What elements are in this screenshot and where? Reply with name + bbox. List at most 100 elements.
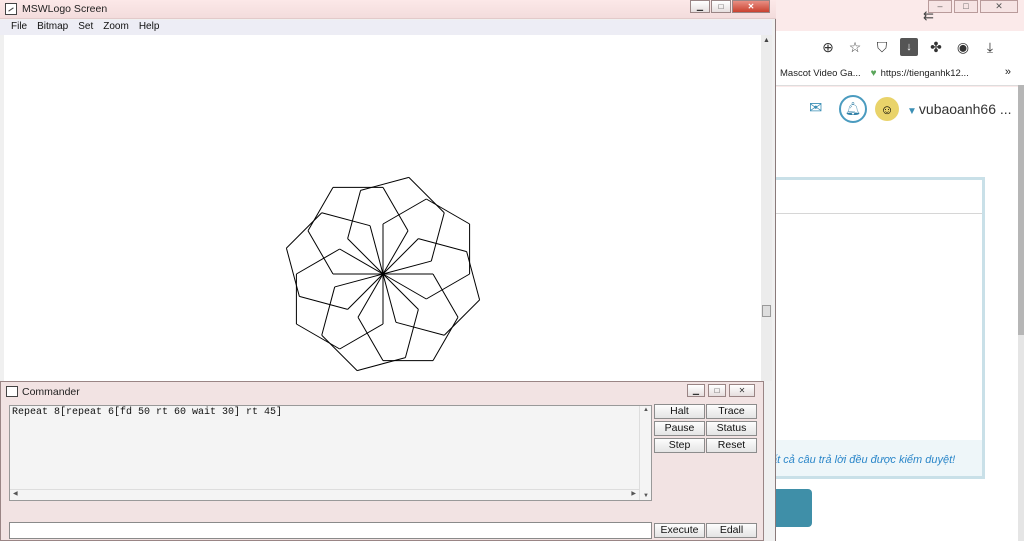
turtle-line-segment bbox=[307, 230, 334, 275]
commander-window-controls: ▁ □ ✕ bbox=[686, 384, 755, 397]
commander-close-button[interactable]: ✕ bbox=[729, 384, 755, 397]
chat-icon[interactable]: ✉ bbox=[809, 100, 831, 118]
status-button[interactable]: Status bbox=[706, 421, 757, 436]
menu-set[interactable]: Set bbox=[73, 20, 98, 35]
turtle-line-segment bbox=[426, 198, 470, 225]
commander-title: Commander bbox=[22, 386, 80, 398]
turtle-line-segment bbox=[285, 247, 300, 297]
turtle-line-segment bbox=[426, 273, 470, 300]
bookmark-tienganhk12-label: https://tienganhk12... bbox=[880, 68, 969, 79]
window-title: MSWLogo Screen bbox=[22, 3, 108, 15]
canvas-vertical-scrollbar[interactable]: ▲ bbox=[761, 35, 772, 381]
scroll-left-icon[interactable]: ◀ bbox=[13, 490, 18, 497]
mswlogo-app-icon bbox=[5, 3, 17, 15]
menu-bar: File Bitmap Set Zoom Help bbox=[0, 20, 772, 35]
download-icon[interactable]: ⤓ bbox=[981, 38, 999, 56]
browser-window: – □ ✕ ⇇ ⊕ ☆ ⛉ ↓ ✤ ◉ ⤓ Mascot Video Ga...… bbox=[767, 0, 1024, 541]
minimize-button[interactable]: ▁ bbox=[690, 0, 710, 13]
scroll-up-icon[interactable]: ▲ bbox=[763, 37, 770, 44]
browser-maximize-button[interactable]: □ bbox=[954, 0, 978, 13]
shield-icon[interactable]: ⛉ bbox=[873, 38, 891, 56]
turtle-line-segment bbox=[299, 295, 348, 310]
turtle-line-segment bbox=[369, 225, 384, 275]
turtle-line-segment bbox=[418, 238, 467, 253]
turtle-line-segment bbox=[404, 309, 419, 358]
browser-close-button[interactable]: ✕ bbox=[980, 0, 1018, 13]
scroll-down-icon[interactable]: ▼ bbox=[643, 493, 649, 499]
account-icon[interactable]: ◉ bbox=[954, 38, 972, 56]
turtle-line-segment bbox=[357, 317, 384, 361]
menu-bitmap[interactable]: Bitmap bbox=[32, 20, 73, 35]
turtle-line-segment bbox=[339, 323, 384, 350]
pause-button[interactable]: Pause bbox=[654, 421, 705, 436]
bell-icon[interactable]: 🔔︎ bbox=[839, 95, 867, 123]
halt-button[interactable]: Halt bbox=[654, 404, 705, 419]
scroll-up-icon[interactable]: ▲ bbox=[643, 407, 649, 413]
history-horizontal-scrollbar[interactable]: ◀ ▶ bbox=[10, 489, 640, 500]
turtle-line-segment bbox=[360, 176, 410, 191]
bookmarks-more-button[interactable]: » bbox=[1005, 66, 1011, 78]
commander-app-icon bbox=[6, 386, 18, 397]
history-vertical-scrollbar[interactable]: ▲ ▼ bbox=[639, 406, 651, 500]
web-page: ✉ 🔔︎ ☺ ▼ vubaoanh66 ... tất cả câu trả lờ… bbox=[767, 87, 1024, 541]
canvas-scrollbar-thumb[interactable] bbox=[762, 305, 771, 317]
close-button[interactable]: ✕ bbox=[732, 0, 770, 13]
menu-help[interactable]: Help bbox=[134, 20, 165, 35]
turtle-line-segment bbox=[408, 177, 445, 214]
turtle-line-segment bbox=[430, 212, 445, 262]
commander-titlebar[interactable]: Commander ▁ □ ✕ bbox=[1, 382, 763, 401]
command-input[interactable] bbox=[9, 522, 652, 539]
browser-toolbar: ⊕ ☆ ⛉ ↓ ✤ ◉ ⤓ bbox=[771, 31, 1024, 62]
trace-button[interactable]: Trace bbox=[706, 404, 757, 419]
commander-minimize-button[interactable]: ▁ bbox=[687, 384, 705, 397]
reset-button[interactable]: Reset bbox=[706, 438, 757, 453]
menu-zoom[interactable]: Zoom bbox=[98, 20, 134, 35]
card-divider bbox=[770, 213, 982, 214]
turtle-line-segment bbox=[432, 317, 459, 361]
turtle-line-segment bbox=[307, 187, 334, 231]
maximize-button[interactable]: □ bbox=[711, 0, 731, 13]
back-arrow-icon[interactable]: ⇇ bbox=[923, 8, 934, 24]
turtle-line-segment bbox=[334, 273, 384, 288]
turtle-line-segment bbox=[321, 212, 371, 227]
history-text: Repeat 8[repeat 6[fd 50 rt 60 wait 30] r… bbox=[12, 407, 283, 418]
turtle-line-segment bbox=[382, 198, 427, 225]
turtle-line-segment bbox=[286, 212, 323, 249]
leaf-icon: ♥ bbox=[870, 68, 877, 79]
bookmarks-bar: Mascot Video Ga... ♥ https://tienganhk12… bbox=[771, 62, 1024, 86]
commander-window: Commander ▁ □ ✕ Repeat 8[repeat 6[fd 50 … bbox=[0, 381, 764, 541]
turtle-line-segment bbox=[321, 286, 336, 336]
scroll-right-icon[interactable]: ▶ bbox=[631, 490, 636, 497]
drawing-canvas[interactable] bbox=[4, 35, 761, 381]
bookmark-mascot[interactable]: Mascot Video Ga... bbox=[780, 68, 861, 79]
step-button[interactable]: Step bbox=[654, 438, 705, 453]
browser-scrollbar-thumb[interactable] bbox=[1018, 85, 1024, 335]
zoom-in-icon[interactable]: ⊕ bbox=[819, 38, 837, 56]
bookmark-tienganhk12[interactable]: ♥ https://tienganhk12... bbox=[871, 68, 969, 79]
execute-button[interactable]: Execute bbox=[654, 523, 705, 538]
edall-button[interactable]: Edall bbox=[706, 523, 757, 538]
avatar[interactable]: ☺ bbox=[875, 97, 899, 121]
commander-maximize-button[interactable]: □ bbox=[708, 384, 726, 397]
turtle-line-segment bbox=[432, 273, 459, 318]
star-icon[interactable]: ☆ bbox=[846, 38, 864, 56]
answer-card: tất cả câu trả lời đều được kiểm duyệt! bbox=[767, 177, 985, 479]
command-history[interactable]: Repeat 8[repeat 6[fd 50 rt 60 wait 30] r… bbox=[9, 405, 652, 501]
turtle-line-segment bbox=[296, 323, 340, 350]
mswlogo-titlebar[interactable]: MSWLogo Screen ▁ □ ✕ bbox=[0, 0, 776, 19]
moderation-notice: tất cả câu trả lời đều được kiểm duyệt! bbox=[768, 454, 956, 466]
turtle-line-segment bbox=[466, 251, 481, 301]
turtle-line-segment bbox=[321, 334, 358, 371]
chevron-down-icon: ▼ bbox=[907, 106, 917, 117]
download-box-icon[interactable]: ↓ bbox=[900, 37, 918, 56]
menu-file[interactable]: File bbox=[6, 20, 32, 35]
turtle-line-segment bbox=[382, 260, 432, 275]
turtle-drawing bbox=[285, 176, 481, 372]
turtle-line-segment bbox=[356, 357, 406, 372]
turtle-line-segment bbox=[296, 248, 340, 275]
username[interactable]: ▼ vubaoanh66 ... bbox=[907, 101, 1012, 117]
puzzle-icon[interactable]: ✤ bbox=[927, 38, 945, 56]
turtle-line-segment bbox=[347, 190, 362, 239]
username-label: vubaoanh66 ... bbox=[918, 101, 1012, 117]
submit-button[interactable] bbox=[771, 489, 812, 527]
